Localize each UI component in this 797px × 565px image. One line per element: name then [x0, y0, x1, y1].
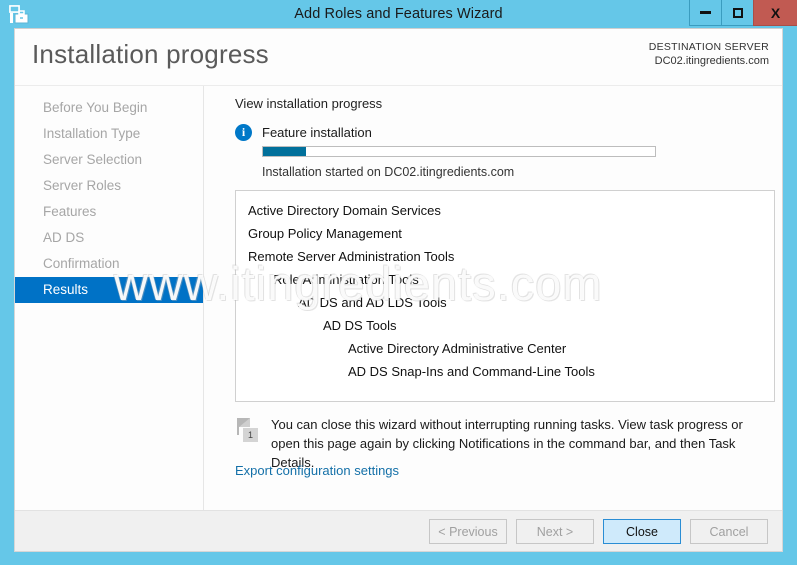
page-header: Installation progress DESTINATION SERVER…: [15, 29, 782, 86]
list-item: AD DS Tools: [323, 318, 397, 333]
previous-button: < Previous: [429, 519, 507, 544]
close-button[interactable]: Close: [603, 519, 681, 544]
list-item: Remote Server Administration Tools: [248, 249, 455, 264]
export-configuration-settings-link[interactable]: Export configuration settings: [235, 463, 399, 478]
notification-flag-icon: 1: [235, 416, 261, 444]
minimize-button[interactable]: [689, 0, 721, 26]
list-item: Group Policy Management: [248, 226, 402, 241]
list-item: AD DS and AD LDS Tools: [298, 295, 447, 310]
progress-status-text: Installation started on DC02.itingredien…: [262, 165, 515, 179]
sidebar-item-ad-ds[interactable]: AD DS: [15, 225, 203, 251]
window-frame: Installation progress DESTINATION SERVER…: [14, 28, 783, 552]
sidebar-item-features[interactable]: Features: [15, 199, 203, 225]
installation-progress-bar: [262, 146, 656, 157]
sidebar-item-confirmation[interactable]: Confirmation: [15, 251, 203, 277]
wizard-steps-nav: Before You Begin Installation Type Server …: [15, 86, 203, 303]
info-icon: i: [235, 124, 252, 141]
notification-count-badge: 1: [243, 428, 258, 442]
window-title: Add Roles and Features Wizard: [294, 6, 503, 22]
sidebar-item-server-selection[interactable]: Server Selection: [15, 147, 203, 173]
destination-server-label: DESTINATION SERVER: [648, 41, 769, 53]
feature-installation-label: Feature installation: [262, 125, 372, 140]
feature-installation-row: i Feature installation: [235, 124, 372, 141]
installed-components-list[interactable]: Active Directory Domain Services Group Po…: [235, 190, 775, 402]
sidebar-item-installation-type[interactable]: Installation Type: [15, 121, 203, 147]
footer-buttons: < Previous Next > Close Cancel: [429, 519, 768, 544]
section-label: View installation progress: [235, 96, 383, 111]
destination-server-name: DC02.itingredients.com: [654, 55, 769, 68]
cancel-button: Cancel: [690, 519, 768, 544]
wizard-window: Add Roles and Features Wizard X Installa…: [0, 0, 797, 565]
list-item: Active Directory Domain Services: [248, 203, 441, 218]
footer-bar: < Previous Next > Close Cancel: [15, 510, 782, 551]
progress-fill: [263, 147, 307, 156]
sidebar-item-results[interactable]: Results: [15, 277, 203, 303]
title-bar: Add Roles and Features Wizard X: [0, 0, 797, 28]
close-window-button[interactable]: X: [753, 0, 797, 26]
content-pane: View installation progress i Feature ins…: [218, 86, 782, 512]
list-item: Role Administration Tools: [273, 272, 419, 287]
minimize-icon: [700, 11, 711, 14]
body-area: Before You Begin Installation Type Server …: [15, 86, 782, 512]
page-title: Installation progress: [32, 39, 269, 69]
maximize-icon: [732, 7, 743, 18]
sidebar-item-before-you-begin[interactable]: Before You Begin: [15, 95, 203, 121]
destination-server-block: DESTINATION SERVER DC02.itingredients.co…: [649, 40, 769, 69]
maximize-button[interactable]: [721, 0, 753, 26]
server-wizard-icon: [9, 5, 29, 24]
window-controls: X: [689, 0, 797, 26]
next-button: Next >: [516, 519, 594, 544]
sidebar-item-server-roles[interactable]: Server Roles: [15, 173, 203, 199]
sidebar-divider: [203, 86, 204, 512]
list-item: Active Directory Administrative Center: [348, 341, 567, 356]
list-item: AD DS Snap-Ins and Command-Line Tools: [348, 364, 595, 379]
